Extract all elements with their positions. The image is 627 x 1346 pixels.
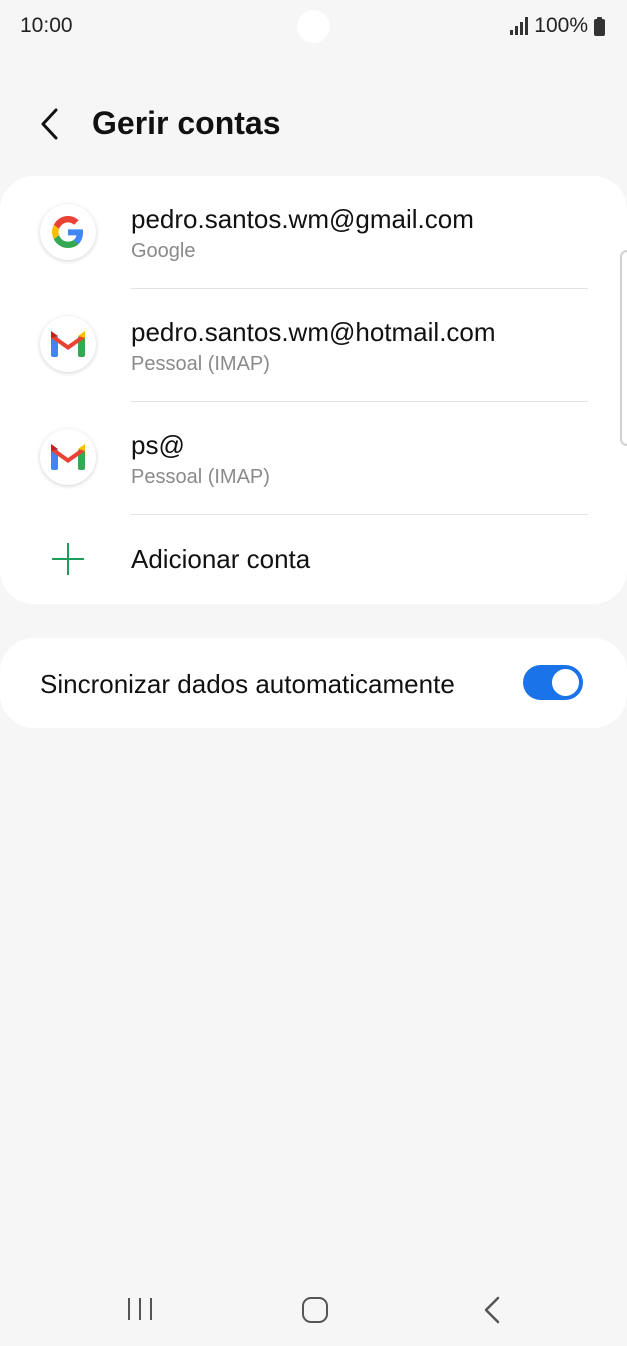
account-email: pedro.santos.wm@gmail.com [131,204,474,234]
google-icon [40,204,96,260]
navigation-bar [0,1270,627,1346]
camera-cutout [297,10,330,43]
back-icon[interactable] [478,1294,506,1326]
account-row-ps[interactable]: ps@ Pessoal (IMAP) [0,402,627,515]
account-email: ps@ [131,430,185,460]
toggle-knob [550,667,581,698]
status-time: 10:00 [20,14,73,37]
status-indicators: 100% [510,14,605,38]
chevron-left-icon [41,108,58,140]
signal-icon [510,17,529,35]
recent-apps-icon[interactable] [126,1298,154,1320]
account-email: pedro.santos.wm@hotmail.com [131,317,496,347]
add-account-button[interactable]: Adicionar conta [0,516,627,604]
app-header: Gerir contas [0,90,627,160]
account-type: Pessoal (IMAP) [131,466,270,488]
add-account-label: Adicionar conta [131,544,311,574]
gmail-icon [40,429,96,485]
gmail-icon [40,316,96,372]
back-button[interactable] [30,102,74,146]
battery-icon [594,16,605,36]
account-row-hotmail[interactable]: pedro.santos.wm@hotmail.com Pessoal (IMA… [0,289,627,402]
home-icon[interactable] [302,1297,328,1323]
auto-sync-row[interactable]: Sincronizar dados automaticamente [0,638,627,728]
edge-panel-handle[interactable] [620,250,627,446]
account-row-google[interactable]: pedro.santos.wm@gmail.com Google [0,176,627,289]
divider [131,514,588,515]
status-bar: 10:00 100% [0,0,627,56]
account-type: Google [131,240,196,262]
plus-icon [52,543,84,575]
auto-sync-toggle[interactable] [523,665,583,700]
account-type: Pessoal (IMAP) [131,353,270,375]
accounts-card: pedro.santos.wm@gmail.com Google pedro.s… [0,176,627,604]
page-title: Gerir contas [92,105,281,141]
auto-sync-label: Sincronizar dados automaticamente [40,669,455,699]
battery-percentage: 100% [534,14,588,37]
